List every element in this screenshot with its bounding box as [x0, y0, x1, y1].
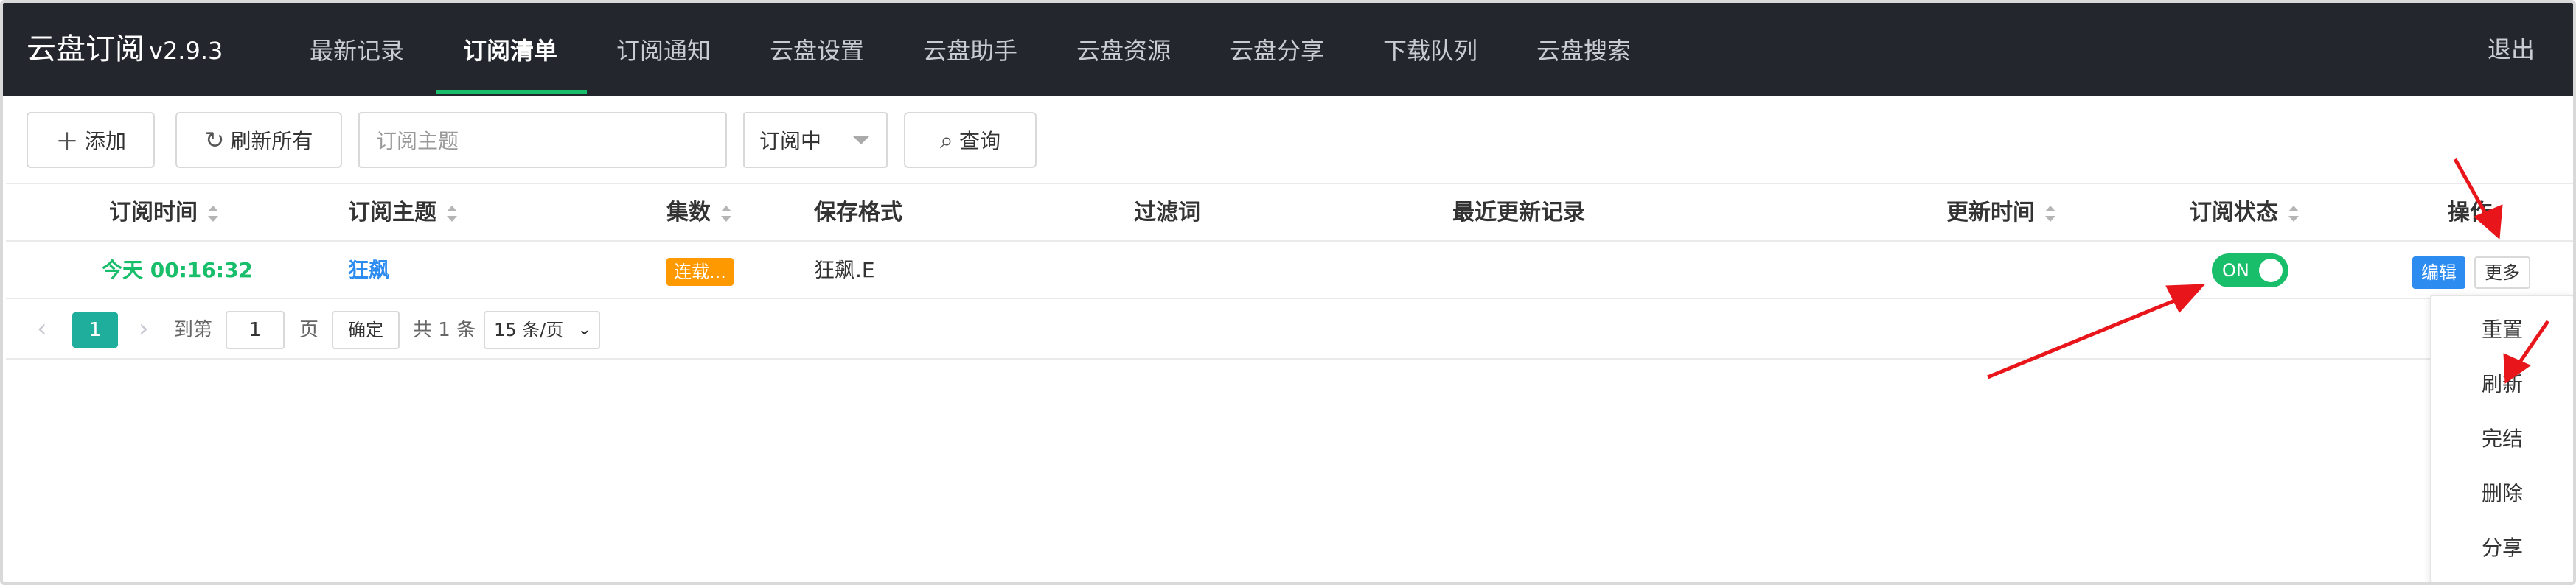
page-number-current[interactable]: 1 — [72, 312, 118, 348]
app-window: 云盘订阅 v2.9.3 最新记录 订阅清单 订阅通知 云盘设置 云盘助手 云盘资源… — [0, 0, 2576, 585]
sort-icon[interactable] — [447, 204, 457, 223]
col-status[interactable]: 订阅状态 — [2190, 199, 2299, 227]
pagination: ‹ 1 › 到第 1 页 确定 共 1 条 15 条/页 ⌄ — [6, 299, 2573, 360]
page-unit-label: 页 — [299, 319, 319, 341]
add-button[interactable]: ＋ 添加 — [27, 112, 155, 168]
menu-item-complete[interactable]: 完结 — [2431, 424, 2573, 454]
col-episodes[interactable]: 集数 — [666, 199, 731, 227]
table-header: 订阅时间 订阅主题 集数 保存格式 过滤词 最近更新记录 更新时间 订阅状态 操… — [6, 184, 2573, 242]
nav-cloud-share[interactable]: 云盘分享 — [1230, 32, 1324, 69]
refresh-icon: ↻ — [204, 126, 225, 154]
topic-search-input[interactable]: 订阅主题 — [358, 112, 727, 168]
status-filter-select[interactable]: 订阅中 — [743, 112, 888, 168]
refresh-all-label: 刷新所有 — [230, 129, 313, 153]
plus-icon: ＋ — [55, 127, 79, 155]
nav-latest-records[interactable]: 最新记录 — [310, 32, 404, 69]
more-actions-menu: 重置 刷新 完结 删除 分享 — [2430, 295, 2573, 582]
toggle-knob — [2259, 259, 2283, 282]
total-count: 共 1 条 — [413, 319, 476, 341]
col-episodes-label: 集数 — [666, 200, 711, 225]
more-button[interactable]: 更多 — [2474, 256, 2530, 289]
row-subscribe-time: 今天 00:16:32 — [102, 258, 254, 282]
goto-confirm-button[interactable]: 确定 — [332, 311, 400, 349]
row-save-format: 狂飙.E — [814, 258, 875, 282]
menu-item-share[interactable]: 分享 — [2431, 533, 2573, 563]
top-navbar: 云盘订阅 v2.9.3 最新记录 订阅清单 订阅通知 云盘设置 云盘助手 云盘资源… — [3, 3, 2573, 96]
app-brand: 云盘订阅 v2.9.3 — [27, 29, 223, 71]
menu-item-reset[interactable]: 重置 — [2431, 315, 2573, 345]
col-filter-words: 过滤词 — [1134, 200, 1200, 225]
col-save-format: 保存格式 — [814, 200, 902, 225]
col-update-time-label: 更新时间 — [1946, 200, 2035, 225]
chevron-down-icon: ⌄ — [577, 320, 591, 339]
nav-cloud-settings[interactable]: 云盘设置 — [770, 32, 864, 69]
toggle-label: ON — [2222, 260, 2249, 281]
subscription-toggle[interactable]: ON — [2212, 253, 2288, 287]
query-button-label: 查询 — [958, 129, 1000, 153]
col-subscribe-time[interactable]: 订阅时间 — [109, 199, 218, 227]
nav-download-queue[interactable]: 下载队列 — [1383, 32, 1477, 69]
nav-subscription-list[interactable]: 订阅清单 — [463, 32, 557, 69]
col-actions: 操作 — [2448, 200, 2492, 225]
col-topic[interactable]: 订阅主题 — [348, 199, 457, 227]
table-row: 今天 00:16:32 狂飙 连载... 狂飙.E ON 编辑 更多 — [6, 242, 2573, 299]
page-size-select[interactable]: 15 条/页 ⌄ — [484, 311, 600, 349]
logout-link[interactable]: 退出 — [2488, 31, 2535, 68]
next-page-icon[interactable]: › — [139, 314, 149, 343]
sort-icon[interactable] — [721, 204, 731, 223]
col-recent-records: 最近更新记录 — [1452, 200, 1585, 225]
nav-subscription-notify[interactable]: 订阅通知 — [616, 32, 711, 69]
menu-item-delete[interactable]: 删除 — [2431, 479, 2573, 508]
goto-label: 到第 — [174, 319, 213, 341]
chevron-down-icon — [852, 136, 870, 144]
sort-icon[interactable] — [208, 204, 218, 223]
col-subscribe-time-label: 订阅时间 — [109, 200, 198, 225]
prev-page-icon[interactable]: ‹ — [37, 314, 47, 343]
query-button[interactable]: ⌕ 查询 — [904, 112, 1037, 168]
refresh-all-button[interactable]: ↻ 刷新所有 — [175, 112, 342, 168]
episodes-status-badge: 连载... — [666, 258, 734, 286]
goto-page-input[interactable]: 1 — [226, 311, 285, 349]
nav-cloud-assistant[interactable]: 云盘助手 — [923, 32, 1017, 69]
search-icon: ⌕ — [940, 125, 953, 154]
menu-item-refresh[interactable]: 刷新 — [2431, 370, 2573, 399]
subscription-table: 订阅时间 订阅主题 集数 保存格式 过滤词 最近更新记录 更新时间 订阅状态 操… — [6, 183, 2573, 360]
app-name: 云盘订阅 — [27, 32, 145, 66]
col-topic-label: 订阅主题 — [348, 200, 436, 225]
col-update-time[interactable]: 更新时间 — [1946, 199, 2055, 227]
nav-cloud-search[interactable]: 云盘搜索 — [1536, 32, 1631, 69]
status-filter-value: 订阅中 — [759, 129, 822, 153]
add-button-label: 添加 — [85, 129, 127, 153]
page-size-value: 15 条/页 — [494, 320, 564, 340]
sort-icon[interactable] — [2045, 204, 2055, 223]
col-status-label: 订阅状态 — [2190, 200, 2278, 225]
edit-button[interactable]: 编辑 — [2412, 256, 2465, 289]
sort-icon[interactable] — [2288, 204, 2299, 223]
nav-cloud-resources[interactable]: 云盘资源 — [1076, 32, 1171, 69]
active-tab-indicator — [436, 90, 587, 94]
app-version: v2.9.3 — [149, 37, 223, 65]
row-topic-link[interactable]: 狂飙 — [348, 256, 389, 284]
